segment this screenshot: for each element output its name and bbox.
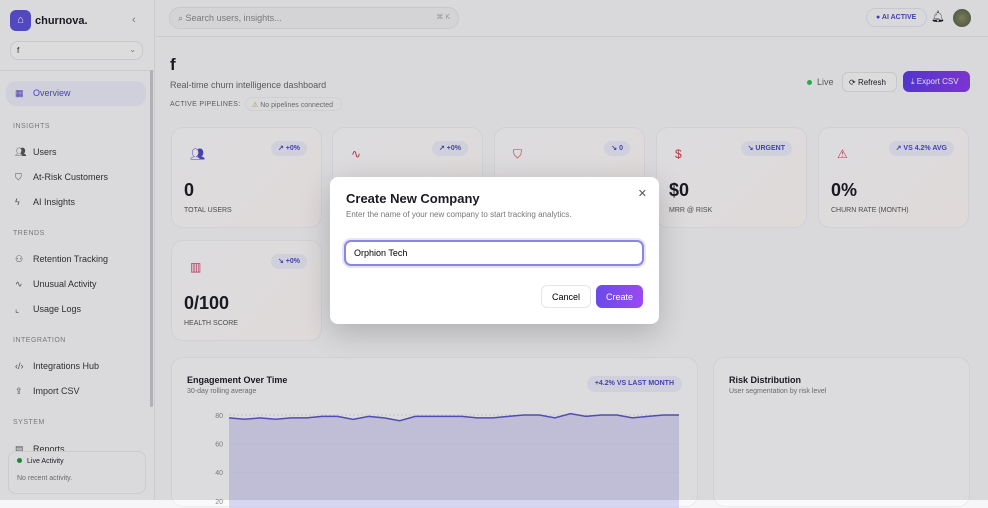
- create-button[interactable]: Create: [596, 285, 643, 308]
- cancel-button[interactable]: Cancel: [541, 285, 591, 308]
- company-name-input[interactable]: [344, 240, 644, 266]
- dialog-description: Enter the name of your new company to st…: [346, 210, 572, 219]
- dialog-title: Create New Company: [346, 191, 480, 206]
- close-icon[interactable]: ✕: [638, 187, 647, 200]
- create-company-dialog: Create New Company Enter the name of you…: [330, 177, 659, 324]
